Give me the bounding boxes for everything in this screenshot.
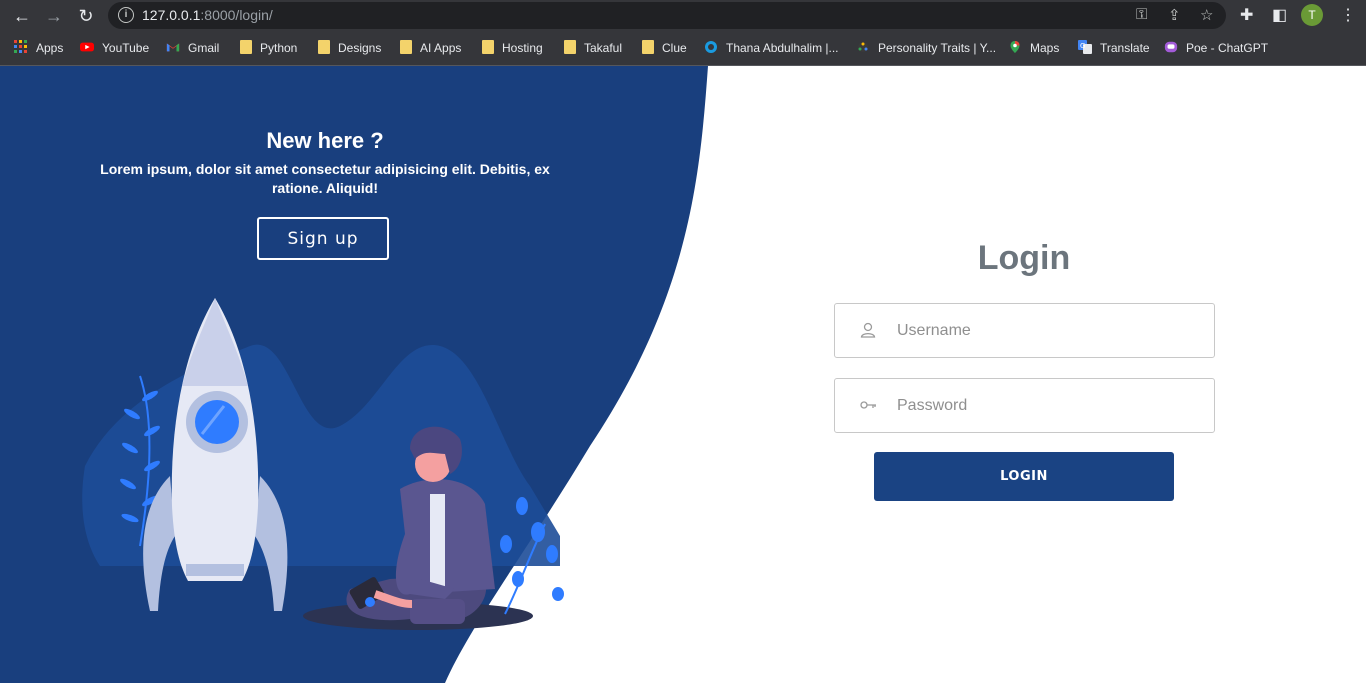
svg-text:G: G bbox=[1080, 42, 1085, 50]
folder-icon bbox=[400, 40, 412, 54]
login-page: New here ? Lorem ipsum, dolor sit amet c… bbox=[0, 66, 1366, 683]
folder-icon bbox=[482, 40, 494, 54]
url-text[interactable]: 127.0.0.1:8000/login/ bbox=[142, 7, 273, 23]
bookmark-gmail[interactable]: Gmail bbox=[166, 39, 219, 57]
forward-arrow-icon[interactable]: → bbox=[42, 4, 66, 28]
bookmark-takaful[interactable]: Takaful bbox=[564, 39, 622, 57]
poe-icon bbox=[1164, 41, 1178, 53]
username-field[interactable] bbox=[834, 303, 1215, 358]
password-input[interactable] bbox=[895, 391, 1199, 421]
bookmark-label: Translate bbox=[1100, 41, 1150, 55]
address-bar[interactable]: i 127.0.0.1:8000/login/ ⚿ ⇪ ☆ bbox=[108, 2, 1226, 29]
bookmark-label: Maps bbox=[1030, 41, 1060, 55]
bookmark-poe[interactable]: Poe - ChatGPT bbox=[1164, 39, 1268, 57]
menu-kebab-icon[interactable]: ⋮ bbox=[1340, 5, 1356, 25]
password-field[interactable] bbox=[834, 378, 1215, 433]
login-title: Login bbox=[977, 239, 1071, 277]
bookmark-ai-apps[interactable]: AI Apps bbox=[400, 39, 461, 57]
bookmark-python[interactable]: Python bbox=[240, 39, 297, 57]
side-panel-icon[interactable]: ◧ bbox=[1272, 5, 1287, 25]
gmail-icon bbox=[166, 43, 180, 52]
key-icon bbox=[860, 401, 876, 409]
bookmark-label: Thana Abdulhalim |... bbox=[726, 41, 839, 55]
bookmarks-bar: Apps YouTube Gmail Python Designs AI App… bbox=[0, 32, 1366, 66]
bookmark-maps[interactable]: Maps bbox=[1008, 39, 1059, 57]
bookmark-label: Gmail bbox=[188, 41, 220, 55]
login-button[interactable]: LOGIN bbox=[874, 452, 1174, 501]
bookmark-hosting[interactable]: Hosting bbox=[482, 39, 543, 57]
promo-title: New here ? bbox=[266, 128, 384, 153]
reload-icon[interactable]: ↻ bbox=[74, 4, 98, 28]
rocket-illustration bbox=[120, 298, 288, 611]
bookmark-label: Personality Traits | Y... bbox=[878, 41, 997, 55]
folder-icon bbox=[240, 40, 252, 54]
back-arrow-icon[interactable]: ← bbox=[10, 4, 34, 28]
bookmark-label: Designs bbox=[338, 41, 382, 55]
youtube-icon bbox=[80, 42, 94, 52]
folder-icon bbox=[318, 40, 330, 54]
circle-icon bbox=[705, 41, 717, 53]
maps-icon bbox=[1010, 41, 1020, 53]
profile-avatar[interactable]: T bbox=[1301, 4, 1323, 26]
person-illustration bbox=[346, 426, 564, 624]
folder-icon bbox=[642, 40, 654, 54]
translate-icon: G bbox=[1078, 40, 1092, 54]
bookmark-translate[interactable]: G Translate bbox=[1078, 39, 1150, 57]
signup-promo: New here ? Lorem ipsum, dolor sit amet c… bbox=[80, 128, 570, 198]
bookmark-thana[interactable]: Thana Abdulhalim |... bbox=[704, 39, 839, 57]
bookmark-label: Hosting bbox=[502, 41, 543, 55]
folder-icon bbox=[564, 40, 576, 54]
bookmark-youtube[interactable]: YouTube bbox=[80, 39, 149, 57]
bookmark-personality[interactable]: Personality Traits | Y... bbox=[856, 39, 996, 57]
bookmark-label: Takaful bbox=[584, 41, 623, 55]
user-icon bbox=[860, 322, 876, 338]
bookmark-designs[interactable]: Designs bbox=[318, 39, 381, 57]
bookmark-apps[interactable]: Apps bbox=[14, 39, 63, 57]
extensions-puzzle-icon[interactable]: ✚ bbox=[1240, 5, 1253, 25]
bookmark-label: AI Apps bbox=[420, 41, 462, 55]
apps-grid-icon bbox=[14, 40, 27, 53]
bookmark-label: Clue bbox=[662, 41, 687, 55]
bookmark-label: Poe - ChatGPT bbox=[1186, 41, 1269, 55]
key-icon[interactable]: ⚿ bbox=[1136, 6, 1147, 23]
star-icon[interactable]: ☆ bbox=[1200, 6, 1213, 24]
site-info-icon[interactable]: i bbox=[118, 7, 134, 23]
bookmark-clue[interactable]: Clue bbox=[642, 39, 687, 57]
bookmark-label: Python bbox=[260, 41, 298, 55]
site-icon bbox=[858, 42, 868, 52]
browser-toolbar: ← → ↻ i 127.0.0.1:8000/login/ ⚿ ⇪ ☆ ✚ ◧ … bbox=[0, 0, 1366, 32]
promo-description: Lorem ipsum, dolor sit amet consectetur … bbox=[100, 161, 550, 196]
bookmark-label: Apps bbox=[36, 41, 64, 55]
username-input[interactable] bbox=[895, 316, 1199, 346]
share-icon[interactable]: ⇪ bbox=[1168, 6, 1181, 24]
signup-button[interactable]: Sign up bbox=[257, 217, 389, 260]
bookmark-label: YouTube bbox=[102, 41, 150, 55]
